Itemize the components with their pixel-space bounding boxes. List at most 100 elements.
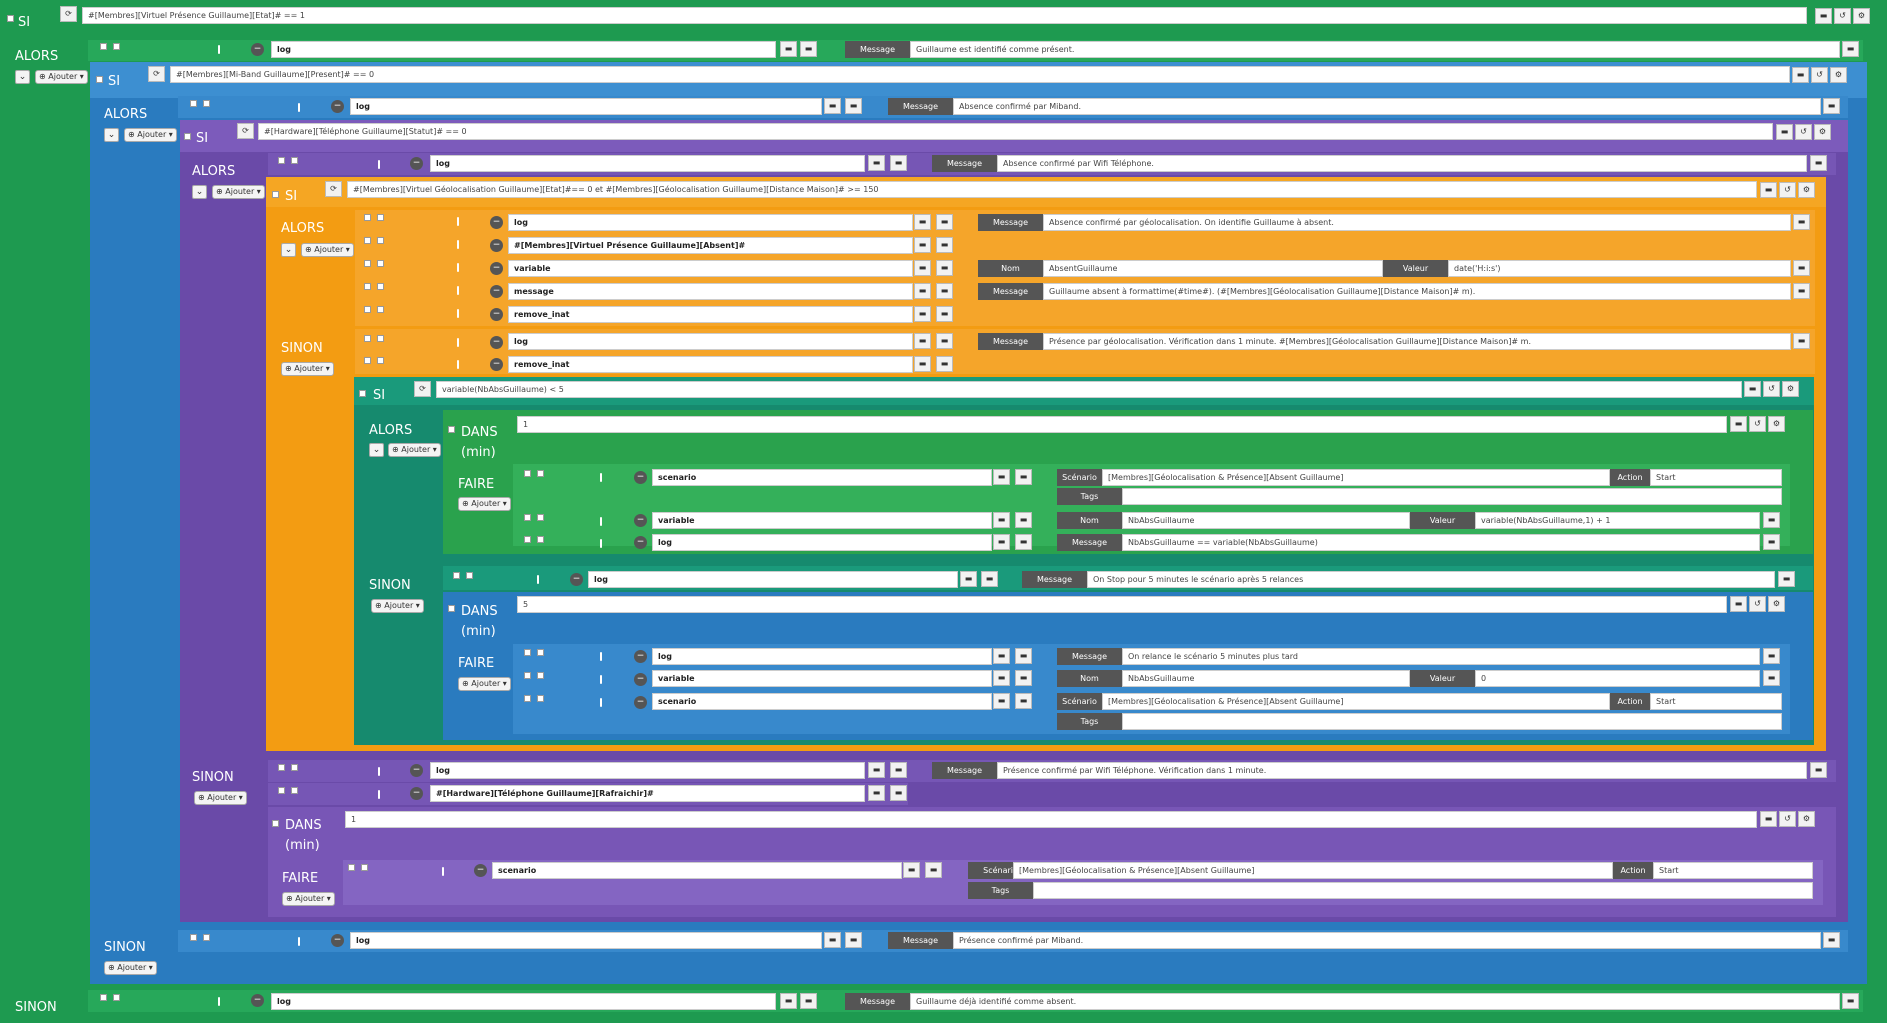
checkbox[interactable] bbox=[272, 191, 279, 198]
drag-handle-icon[interactable] bbox=[218, 45, 220, 54]
checkbox[interactable] bbox=[291, 787, 298, 794]
message-input[interactable]: NbAbsGuillaume == variable(NbAbsGuillaum… bbox=[1122, 534, 1760, 551]
checkbox[interactable] bbox=[100, 43, 107, 50]
message-input[interactable]: Présence confirmé par Wifi Téléphone. Vé… bbox=[997, 762, 1807, 779]
drag-handle-icon[interactable] bbox=[298, 937, 300, 946]
comment-icon[interactable]: ▬ bbox=[1810, 155, 1827, 171]
copy-icon[interactable]: ▬ bbox=[981, 571, 998, 587]
minus-circle-icon[interactable]: − bbox=[634, 673, 647, 686]
minus-circle-icon[interactable]: − bbox=[251, 994, 264, 1007]
add-button[interactable]: ⊕ Ajouter ▾ bbox=[212, 185, 265, 199]
minus-circle-icon[interactable]: − bbox=[490, 358, 503, 371]
command-input[interactable]: variable bbox=[508, 260, 913, 277]
drag-handle-icon[interactable] bbox=[442, 867, 444, 876]
comment-icon[interactable]: ▬ bbox=[1823, 98, 1840, 114]
minus-circle-icon[interactable]: − bbox=[490, 336, 503, 349]
command-input[interactable]: #[Hardware][Téléphone Guillaume][Rafraic… bbox=[430, 785, 865, 802]
copy-icon[interactable]: ▬ bbox=[1015, 469, 1032, 485]
settings-icon[interactable]: ⚙ bbox=[1798, 811, 1815, 827]
minus-circle-icon[interactable]: − bbox=[331, 100, 344, 113]
add-button[interactable]: ⊕ Ajouter ▾ bbox=[458, 497, 511, 511]
settings-icon[interactable]: ⚙ bbox=[1768, 416, 1785, 432]
checkbox[interactable] bbox=[448, 426, 455, 433]
variable-name-input[interactable]: NbAbsGuillaume bbox=[1122, 512, 1410, 529]
command-input[interactable]: log bbox=[508, 214, 913, 231]
checkbox[interactable] bbox=[377, 283, 384, 290]
drag-handle-icon[interactable] bbox=[457, 338, 459, 347]
refresh-icon[interactable]: ⟳ bbox=[60, 6, 77, 22]
comment-icon[interactable]: ▬ bbox=[1763, 512, 1780, 528]
copy-icon[interactable]: ▬ bbox=[890, 155, 907, 171]
variable-name-input[interactable]: NbAbsGuillaume bbox=[1122, 670, 1410, 687]
copy-icon[interactable]: ▬ bbox=[780, 993, 797, 1009]
copy-icon[interactable]: ▬ bbox=[993, 469, 1010, 485]
chevron-down-icon[interactable]: ⌄ bbox=[369, 443, 384, 457]
checkbox[interactable] bbox=[448, 605, 455, 612]
copy-icon[interactable]: ▬ bbox=[1015, 512, 1032, 528]
copy-icon[interactable]: ▬ bbox=[868, 155, 885, 171]
comment-icon[interactable]: ▬ bbox=[1763, 534, 1780, 550]
minus-circle-icon[interactable]: − bbox=[474, 864, 487, 877]
chevron-down-icon[interactable]: ⌄ bbox=[192, 185, 207, 199]
message-input[interactable]: Guillaume est identifié comme présent. bbox=[910, 41, 1840, 58]
checkbox[interactable] bbox=[377, 214, 384, 221]
minus-circle-icon[interactable]: − bbox=[634, 696, 647, 709]
checkbox[interactable] bbox=[203, 100, 210, 107]
comment-icon[interactable]: ▬ bbox=[1793, 260, 1810, 276]
checkbox[interactable] bbox=[537, 649, 544, 656]
checkbox[interactable] bbox=[278, 764, 285, 771]
checkbox[interactable] bbox=[524, 536, 531, 543]
chevron-down-icon[interactable]: ⌄ bbox=[281, 243, 296, 257]
refresh-icon[interactable]: ⟳ bbox=[414, 381, 431, 397]
copy-icon[interactable]: ▬ bbox=[868, 762, 885, 778]
checkbox[interactable] bbox=[184, 133, 191, 140]
drag-handle-icon[interactable] bbox=[378, 160, 380, 169]
minus-circle-icon[interactable]: − bbox=[634, 536, 647, 549]
scenario-select[interactable]: [Membres][Géolocalisation & Présence][Ab… bbox=[1102, 693, 1610, 710]
command-input[interactable]: log bbox=[350, 932, 822, 949]
checkbox[interactable] bbox=[203, 934, 210, 941]
checkbox[interactable] bbox=[291, 157, 298, 164]
checkbox[interactable] bbox=[278, 787, 285, 794]
refresh-icon[interactable]: ⟳ bbox=[325, 181, 342, 197]
copy-icon[interactable]: ▬ bbox=[1015, 534, 1032, 550]
drag-handle-icon[interactable] bbox=[218, 997, 220, 1006]
checkbox[interactable] bbox=[377, 237, 384, 244]
action-select[interactable]: Start bbox=[1650, 693, 1782, 710]
copy-icon[interactable]: ▬ bbox=[800, 993, 817, 1009]
checkbox[interactable] bbox=[453, 572, 460, 579]
copy-icon[interactable]: ▬ bbox=[993, 693, 1010, 709]
drag-handle-icon[interactable] bbox=[298, 103, 300, 112]
add-button[interactable]: ⊕ Ajouter ▾ bbox=[388, 443, 441, 457]
minus-circle-icon[interactable]: − bbox=[490, 216, 503, 229]
refresh-icon[interactable]: ⟳ bbox=[237, 123, 254, 139]
condition-input[interactable]: variable(NbAbsGuillaume) < 5 bbox=[436, 381, 1742, 398]
condition-input[interactable]: #[Membres][Virtuel Géolocalisation Guill… bbox=[347, 181, 1757, 198]
checkbox[interactable] bbox=[364, 237, 371, 244]
minus-circle-icon[interactable]: − bbox=[410, 764, 423, 777]
checkbox[interactable] bbox=[466, 572, 473, 579]
command-input[interactable]: variable bbox=[652, 512, 992, 529]
checkbox[interactable] bbox=[364, 306, 371, 313]
checkbox[interactable] bbox=[537, 695, 544, 702]
checkbox[interactable] bbox=[537, 514, 544, 521]
checkbox[interactable] bbox=[524, 470, 531, 477]
checkbox[interactable] bbox=[190, 934, 197, 941]
checkbox[interactable] bbox=[377, 335, 384, 342]
drag-handle-icon[interactable] bbox=[457, 360, 459, 369]
command-input[interactable]: log bbox=[350, 98, 822, 115]
delay-input[interactable]: 1 bbox=[517, 416, 1727, 433]
checkbox[interactable] bbox=[364, 357, 371, 364]
checkbox[interactable] bbox=[377, 306, 384, 313]
command-input[interactable]: log bbox=[430, 762, 865, 779]
delay-input[interactable]: 1 bbox=[345, 811, 1757, 828]
settings-icon[interactable]: ⚙ bbox=[1798, 182, 1815, 198]
copy-icon[interactable]: ▬ bbox=[903, 862, 920, 878]
copy-icon[interactable]: ▬ bbox=[936, 214, 953, 230]
comment-icon[interactable]: ▬ bbox=[1823, 932, 1840, 948]
message-input[interactable]: Présence par géolocalisation. Vérificati… bbox=[1043, 333, 1791, 350]
checkbox[interactable] bbox=[537, 536, 544, 543]
scenario-select[interactable]: [Membres][Géolocalisation & Présence][Ab… bbox=[1013, 862, 1613, 879]
command-input[interactable]: scenario bbox=[492, 862, 902, 879]
checkbox[interactable] bbox=[537, 470, 544, 477]
